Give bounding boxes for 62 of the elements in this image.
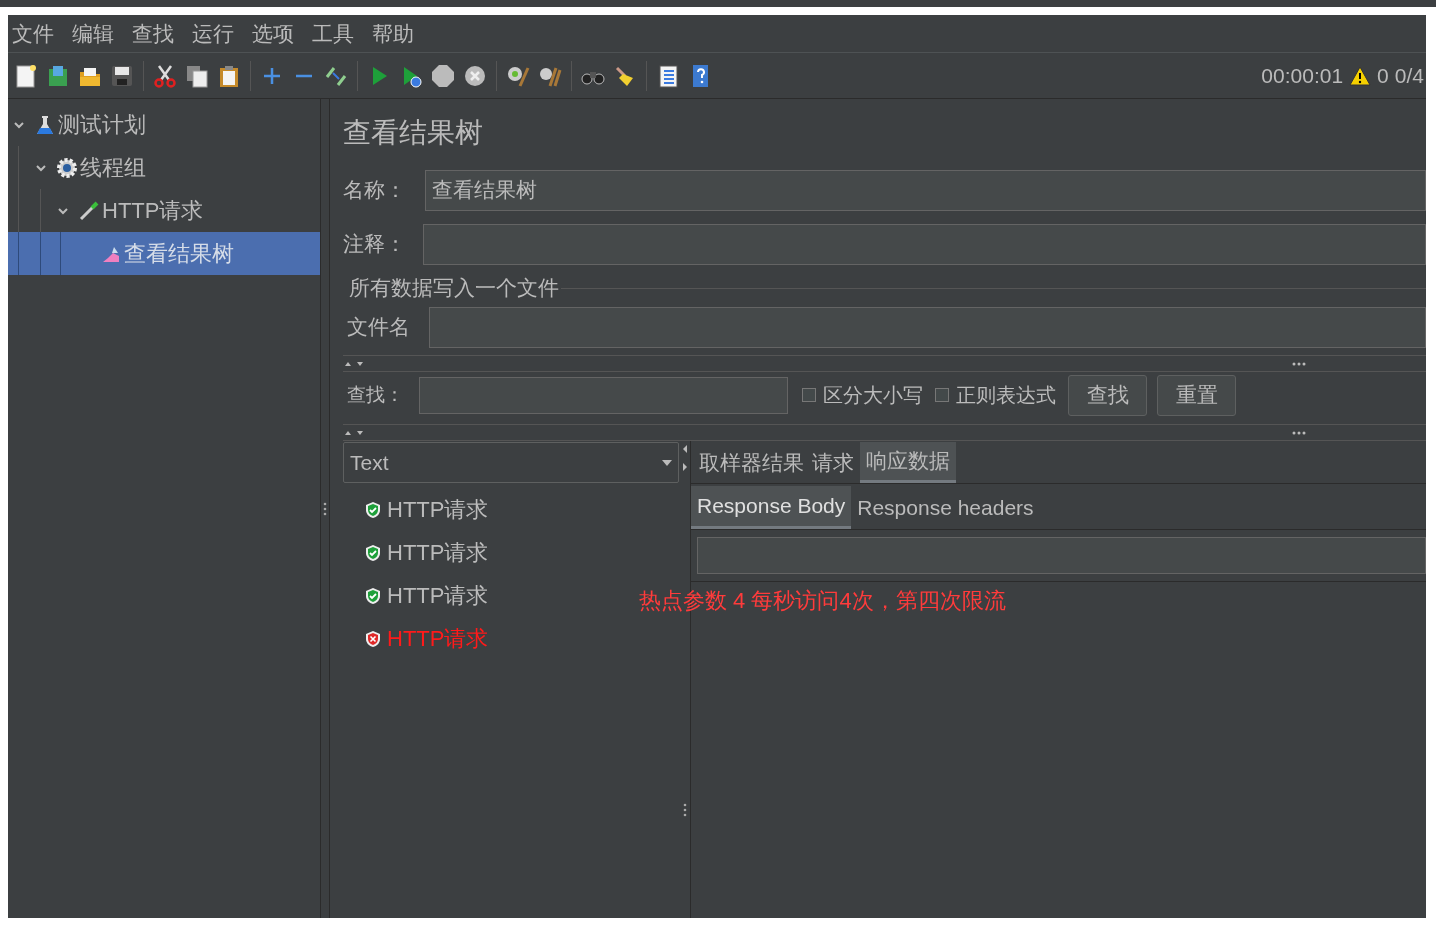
function-list-icon[interactable] xyxy=(656,63,680,88)
renderer-dropdown[interactable]: Text xyxy=(343,442,679,483)
tree-item[interactable]: HTTP请求 xyxy=(8,189,320,232)
warning-count: 0 xyxy=(1377,62,1389,89)
dropdown-caret-icon xyxy=(662,459,672,466)
save-icon[interactable] xyxy=(110,63,134,88)
group-title: 所有数据写入一个文件 xyxy=(349,275,559,302)
more-dots-icon[interactable] xyxy=(1292,361,1306,366)
result-item[interactable]: HTTP请求 xyxy=(387,493,489,526)
flask-icon xyxy=(34,113,56,136)
checkbox-label: 区分大小写 xyxy=(823,383,923,408)
pipette-icon xyxy=(78,199,100,222)
thread-count: 0/4 xyxy=(1394,62,1424,89)
comment-field[interactable] xyxy=(423,223,1426,265)
field-label: 文件名 xyxy=(347,314,411,341)
collapse-arrows-icon[interactable] xyxy=(343,428,365,437)
tree-item[interactable]: 线程组 xyxy=(8,146,320,189)
tab[interactable]: Response headers xyxy=(851,486,1040,529)
tab[interactable]: 响应数据 xyxy=(860,442,956,483)
action-button[interactable]: 查找 xyxy=(1068,374,1147,416)
split-arrows-icon[interactable] xyxy=(681,443,688,473)
tab[interactable]: 取样器结果 xyxy=(697,442,806,483)
stop-icon[interactable] xyxy=(431,63,455,88)
tab[interactable]: 请求 xyxy=(810,442,856,483)
collapse-arrows-icon[interactable] xyxy=(343,359,365,368)
splitter-handle-icon[interactable] xyxy=(682,802,687,818)
result-item[interactable]: HTTP请求 xyxy=(387,579,489,612)
name-field[interactable]: 查看结果树 xyxy=(425,169,1426,211)
checkbox-label: 正则表达式 xyxy=(956,383,1056,408)
search-label: 查找： xyxy=(347,382,405,407)
field-label: 名称： xyxy=(343,177,407,204)
copy-icon[interactable] xyxy=(185,63,209,88)
filename-field[interactable] xyxy=(429,306,1426,348)
action-button[interactable]: 重置 xyxy=(1157,374,1236,416)
menu-item[interactable]: 文件 xyxy=(12,17,54,50)
menu-item[interactable]: 帮助 xyxy=(372,17,414,50)
checkbox[interactable] xyxy=(935,388,949,402)
scissors-icon[interactable] xyxy=(153,63,177,88)
field-label: 注释： xyxy=(343,231,407,258)
tab[interactable]: Response Body xyxy=(691,486,852,529)
tree-item[interactable]: 测试计划 xyxy=(8,103,320,146)
splitter-handle-icon[interactable] xyxy=(323,500,327,517)
warning-icon xyxy=(1349,65,1372,86)
result-item[interactable]: HTTP请求 xyxy=(387,536,489,569)
more-dots-icon[interactable] xyxy=(1292,430,1306,435)
gear-icon xyxy=(56,156,78,179)
checkbox[interactable] xyxy=(802,388,816,402)
new-file-icon[interactable] xyxy=(14,63,38,88)
elapsed-time: 00:00:01 xyxy=(1261,62,1344,89)
response-field[interactable] xyxy=(697,537,1426,574)
panel-title: 查看结果树 xyxy=(343,116,484,150)
tree-item[interactable]: 查看结果树 xyxy=(8,232,320,275)
menu-item[interactable]: 编辑 xyxy=(72,17,114,50)
shutdown-icon[interactable] xyxy=(463,63,487,88)
paste-icon[interactable] xyxy=(217,63,241,88)
menu-item[interactable]: 工具 xyxy=(312,17,354,50)
annotation-text: 热点参数 4 每秒访问4次，第四次限流 xyxy=(639,587,1006,615)
menu-item[interactable]: 查找 xyxy=(132,17,174,50)
templates-icon[interactable] xyxy=(46,63,70,88)
search-field[interactable] xyxy=(419,376,788,414)
menu-item[interactable]: 选项 xyxy=(252,17,294,50)
menu-item[interactable]: 运行 xyxy=(192,17,234,50)
